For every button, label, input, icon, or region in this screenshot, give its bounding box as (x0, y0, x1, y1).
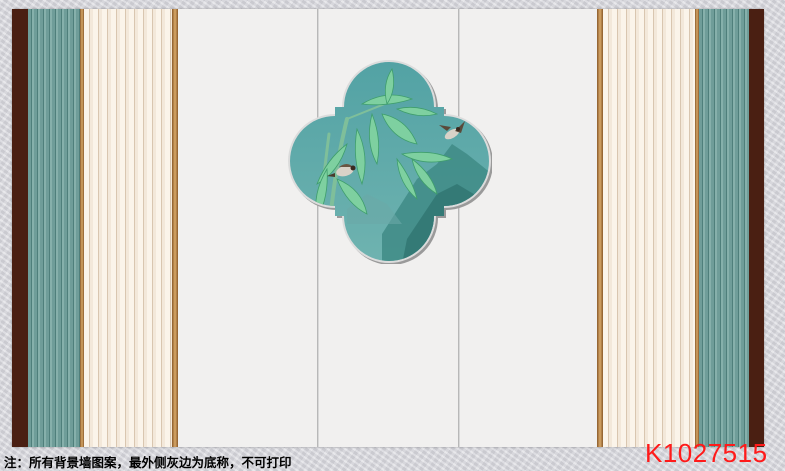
left-inner-gold-strip (172, 9, 178, 447)
caption-note: 注：所有背景墙图案，最外侧灰边为底称，不可打印 (4, 455, 292, 470)
right-cream-panel (603, 9, 695, 447)
left-cream-panel (84, 9, 172, 447)
left-teal-panel (28, 9, 80, 447)
product-code: K1027515 (645, 438, 768, 468)
quatrefoil-window (288, 60, 492, 264)
background-wall (12, 9, 764, 447)
left-outer-trim (12, 9, 28, 447)
right-outer-trim (749, 9, 764, 447)
right-teal-panel (699, 9, 749, 447)
